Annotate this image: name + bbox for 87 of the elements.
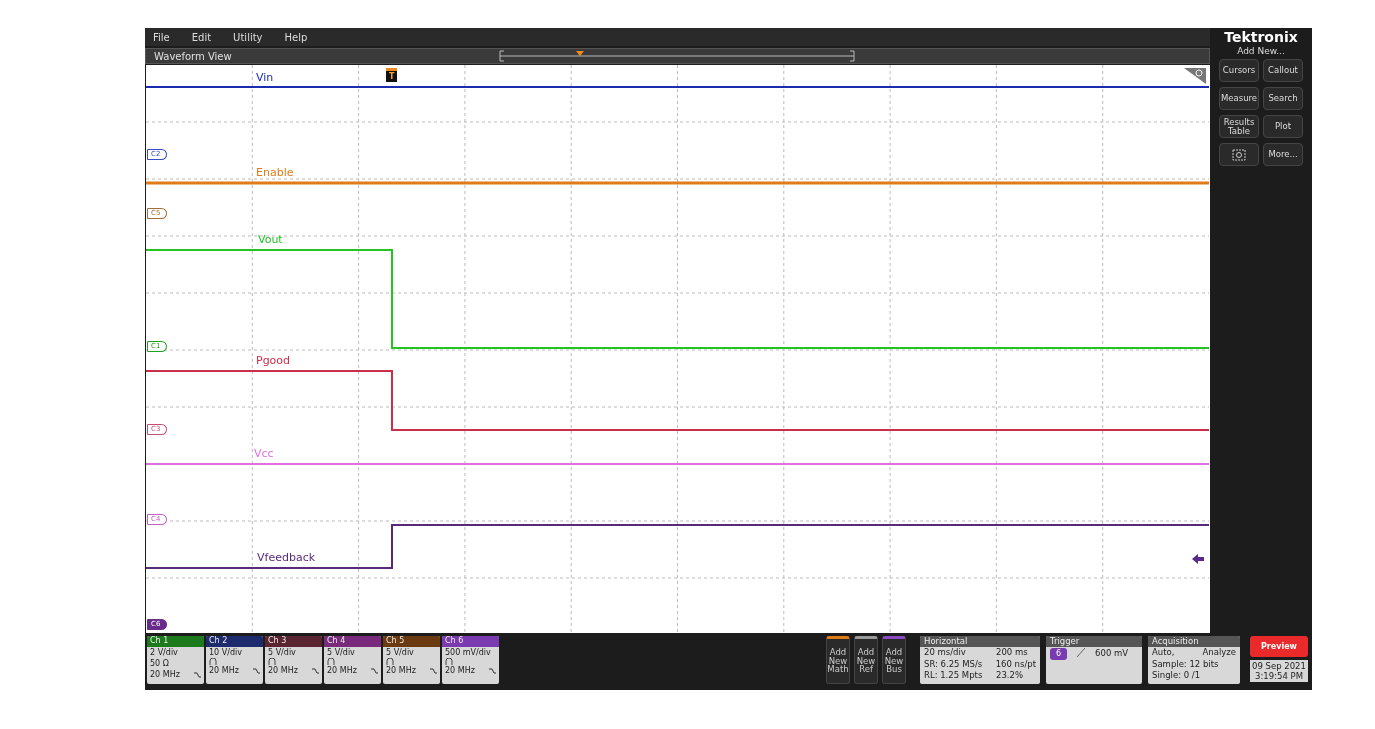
scale-text: 10 V/div — [209, 647, 242, 658]
bandwidth-text: 20 MHz — [327, 665, 357, 676]
channel-label: Ch 3 — [265, 636, 322, 647]
acquisition-panel[interactable]: Acquisition Auto, Analyze Sample: 12 bits Single: 0 /1 — [1148, 636, 1240, 684]
menu-item[interactable]: File — [153, 31, 170, 43]
probe-icon — [209, 658, 217, 665]
scale-text: 5 V/div — [268, 647, 296, 658]
add-new-button[interactable]: Add New Math — [826, 636, 850, 684]
bandwidth-text: 20 MHz — [445, 665, 475, 676]
info-text: 20 ms/div — [924, 647, 967, 659]
channel-card[interactable]: Ch 6 500 mV/div 20 MHz — [442, 636, 499, 684]
zoom-handle-icon[interactable] — [1184, 68, 1206, 84]
filter-icon — [312, 667, 319, 674]
panel-button[interactable]: Measure — [1219, 87, 1259, 110]
scale-text: 5 V/div — [327, 647, 355, 658]
zoom-button[interactable] — [1219, 143, 1259, 166]
time-text: 3:19:54 PM — [1255, 671, 1303, 681]
view-title: Waveform View — [154, 50, 232, 62]
zoom-box-icon — [1232, 148, 1246, 161]
trace-label: Vcc — [254, 447, 274, 460]
trace-label: Enable — [256, 166, 294, 179]
channel-card[interactable]: Ch 2 10 V/div 20 MHz — [206, 636, 263, 684]
brand-logo: Tektronix — [1224, 29, 1298, 45]
info-text: Sample: 12 bits — [1152, 658, 1219, 670]
probe-icon — [386, 658, 394, 665]
info-text: 600 mV — [1095, 648, 1129, 660]
probe-icon — [445, 658, 453, 665]
panel-heading: Horizontal — [920, 636, 1040, 647]
channel-card[interactable]: Ch 4 5 V/div 20 MHz — [324, 636, 381, 684]
panel-button[interactable]: More... — [1263, 143, 1303, 166]
info-text: RL: 1.25 Mpts — [924, 670, 984, 682]
panel-title: Add New... — [1237, 46, 1285, 56]
channel-card[interactable]: Ch 3 5 V/div 20 MHz — [265, 636, 322, 684]
bandwidth-text: 20 MHz — [209, 665, 239, 676]
channel-label: Ch 4 — [324, 636, 381, 647]
trace-label: Vin — [256, 71, 274, 84]
panel-button[interactable]: Plot — [1263, 115, 1303, 138]
info-text: Analyze — [1202, 647, 1236, 659]
bandwidth-text: 20 MHz — [268, 665, 298, 676]
channel-label: Ch 5 — [383, 636, 440, 647]
panel-button[interactable]: Results Table — [1219, 115, 1259, 138]
bandwidth-text: 20 MHz — [150, 669, 180, 680]
filter-icon — [194, 671, 201, 678]
trigger-panel[interactable]: Trigger 6 600 mV — [1046, 636, 1142, 684]
scale-text: 500 mV/div — [445, 647, 491, 658]
panel-heading: Acquisition — [1148, 636, 1240, 647]
impedance-text: 50 Ω — [150, 658, 169, 669]
channel-card[interactable]: Ch 5 5 V/div 20 MHz — [383, 636, 440, 684]
menu-item[interactable]: Utility — [233, 31, 263, 43]
channel-label: Ch 2 — [206, 636, 263, 647]
probe-icon — [327, 658, 335, 665]
panel-button[interactable]: Search — [1263, 87, 1303, 110]
info-text: 200 ms — [996, 647, 1028, 659]
scale-text: 2 V/div — [150, 647, 178, 658]
menu-item[interactable]: Edit — [191, 31, 212, 43]
info-text: 160 ns/pt — [995, 658, 1036, 670]
bandwidth-text: 20 MHz — [386, 665, 416, 676]
trace-label: Pgood — [256, 354, 291, 367]
panel-button[interactable]: Callout — [1263, 59, 1303, 82]
rising-edge-icon — [1077, 648, 1086, 657]
channel-label: Ch 1 — [147, 636, 204, 647]
filter-icon — [371, 667, 378, 674]
scale-text: 5 V/div — [386, 647, 414, 658]
info-text: Single: 0 /1 — [1152, 670, 1201, 682]
channel-card[interactable]: Ch 1 2 V/div 50 Ω 20 MHz — [147, 636, 204, 684]
menu-item[interactable]: Help — [284, 31, 308, 43]
info-text: Auto, — [1152, 647, 1175, 659]
info-text: 23.2% — [996, 670, 1023, 682]
trigger-marker[interactable]: T — [386, 68, 398, 82]
arrow-left-icon — [1192, 554, 1204, 564]
probe-icon — [268, 658, 276, 665]
channel-label: Ch 6 — [442, 636, 499, 647]
filter-icon — [253, 667, 260, 674]
trigger-source: 6 — [1050, 648, 1068, 660]
filter-icon — [430, 667, 437, 674]
add-new-button[interactable]: Add New Bus — [882, 636, 906, 684]
info-text: SR: 6.25 MS/s — [924, 658, 984, 670]
trace-label: Vfeedback — [257, 551, 316, 564]
preview-button[interactable]: Preview — [1250, 636, 1308, 657]
timeline-overview-icon — [499, 50, 855, 62]
add-new-button[interactable]: Add New Ref — [854, 636, 878, 684]
panel-button[interactable]: Cursors — [1219, 59, 1259, 82]
horizontal-panel[interactable]: Horizontal 20 ms/div 200 ms SR: 6.25 MS/s 160 ns/pt RL: 1.25 Mpts 23.2% — [920, 636, 1040, 684]
panel-heading: Trigger — [1046, 636, 1142, 647]
filter-icon — [489, 667, 496, 674]
date-text: 09 Sep 2021 — [1252, 661, 1306, 671]
trace-label: Vout — [258, 233, 283, 246]
